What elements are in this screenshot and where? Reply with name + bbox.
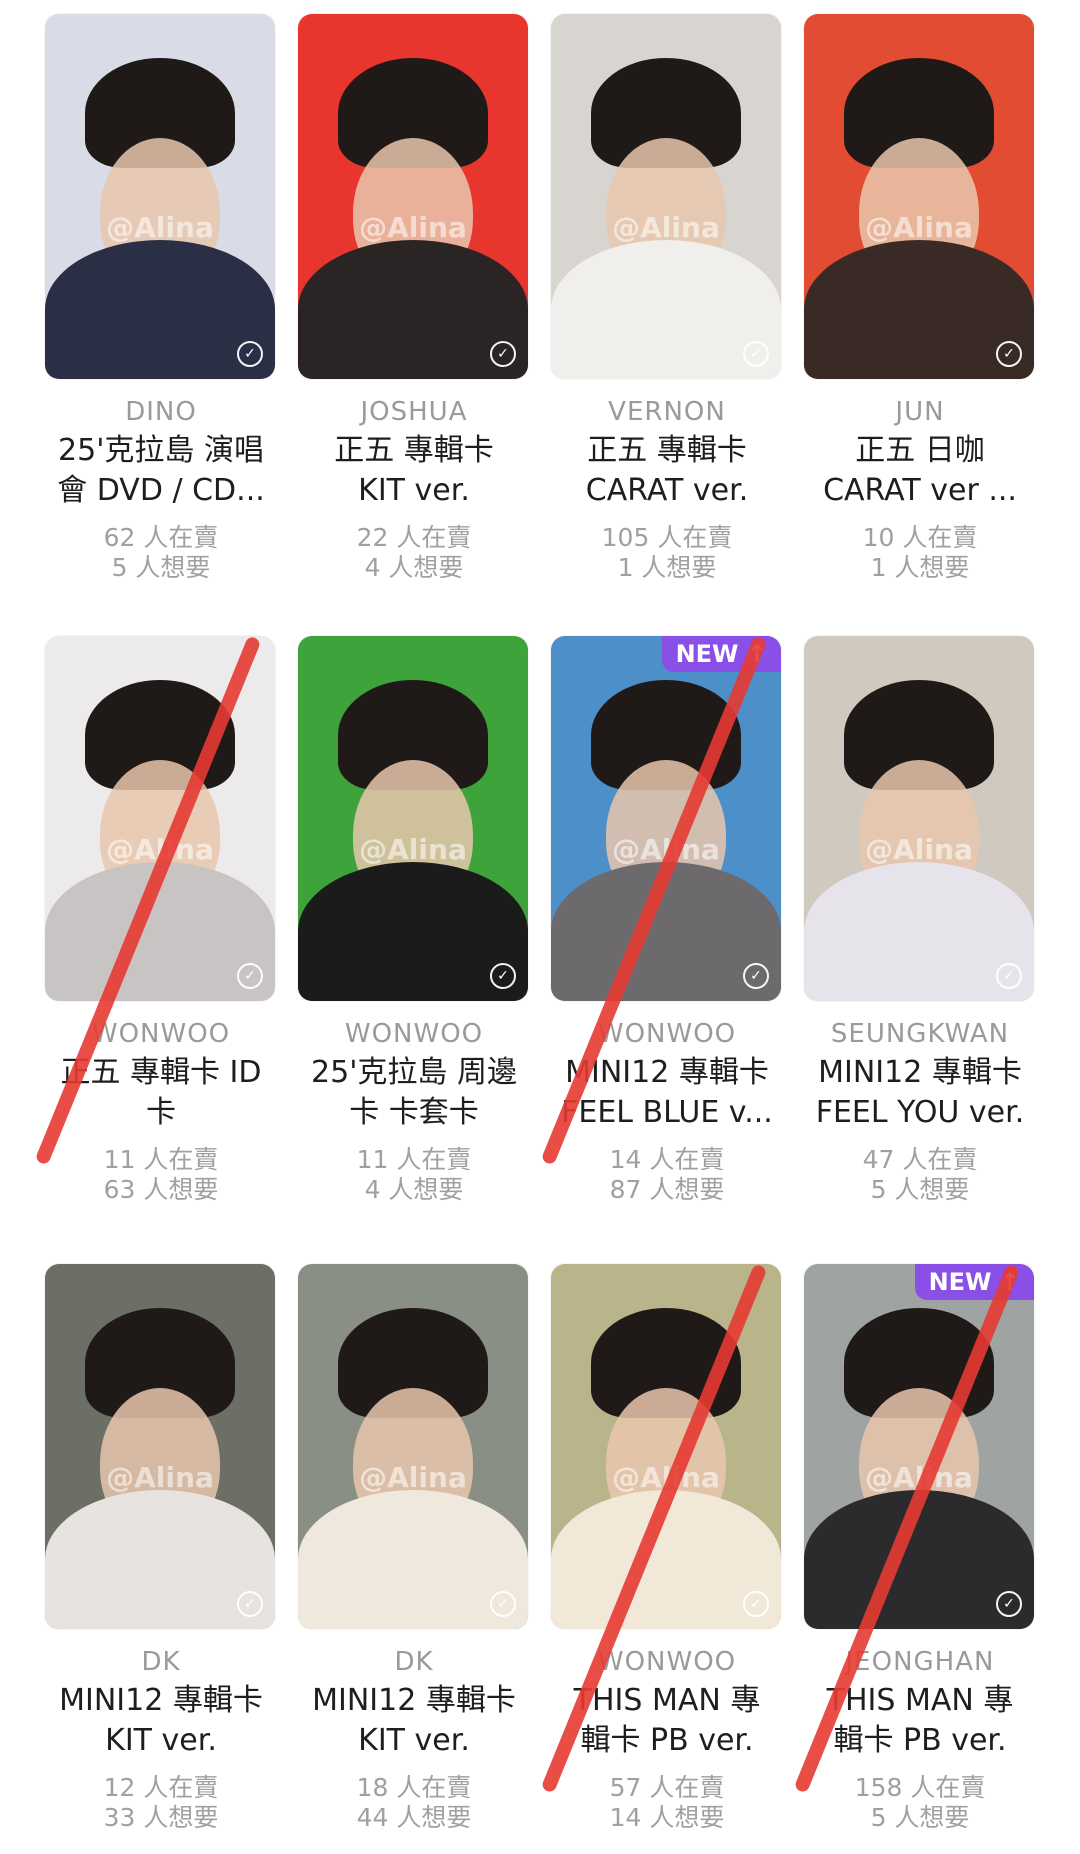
photocard-item[interactable]: @Alina ✓ WONWOO 25'克拉島 周邊 卡 卡套卡 11 人在賣 4 人想要 — [298, 636, 530, 1205]
photocard-image[interactable]: @Alina ✓ — [45, 14, 275, 379]
card-title[interactable]: 正五 日咖 CARAT ver ... — [804, 431, 1036, 511]
photocard-image[interactable]: @Alina ✓ — [298, 636, 528, 1001]
wanting-count: 33 人想要 — [103, 1803, 219, 1832]
wanting-count: 14 人想要 — [609, 1803, 725, 1832]
card-title[interactable]: 25'克拉島 演唱 會 DVD / CD... — [45, 431, 277, 511]
selling-count: 11 人在賣 — [103, 1145, 219, 1174]
member-name: SEUNGKWAN — [830, 1019, 1010, 1049]
wanting-count: 87 人想要 — [609, 1175, 725, 1204]
photocard-image[interactable]: @Alina ✓ — [804, 636, 1034, 1001]
wanting-count: 5 人想要 — [111, 553, 211, 582]
selling-count: 22 人在賣 — [356, 523, 472, 552]
selling-count: 57 人在賣 — [609, 1773, 725, 1802]
check-circle-icon[interactable]: ✓ — [237, 341, 263, 367]
photocard-image[interactable]: @Alina ✓ — [45, 1264, 275, 1629]
selling-count: 105 人在賣 — [601, 523, 733, 552]
member-name: DK — [141, 1647, 181, 1677]
member-name: WONWOO — [597, 1647, 737, 1677]
watermark-text: @Alina — [612, 211, 720, 245]
photocard-item[interactable]: @Alina✓NEW ↑WONWOOMINI12 專輯卡 FEEL BLUE v… — [551, 636, 783, 1205]
check-circle-icon[interactable]: ✓ — [490, 1591, 516, 1617]
photocard-item[interactable]: @Alina ✓ DK MINI12 專輯卡 KIT ver. 18 人在賣 44 人想要 — [298, 1264, 530, 1833]
photocard-item[interactable]: @Alina✓NEW ↑JEONGHANTHIS MAN 專 輯卡 PB ver… — [804, 1264, 1036, 1833]
wanting-count: 5 人想要 — [870, 1803, 970, 1832]
check-circle-icon[interactable]: ✓ — [237, 963, 263, 989]
card-title[interactable]: MINI12 專輯卡 FEEL YOU ver. — [804, 1053, 1036, 1133]
wanting-count: 5 人想要 — [870, 1175, 970, 1204]
watermark-text: @Alina — [359, 211, 467, 245]
watermark-text: @Alina — [359, 833, 467, 867]
watermark-text: @Alina — [106, 1461, 214, 1495]
watermark-text: @Alina — [865, 833, 973, 867]
card-title[interactable]: MINI12 專輯卡 KIT ver. — [45, 1681, 277, 1761]
photocard-item[interactable]: @Alina✓WONWOOTHIS MAN 專 輯卡 PB ver.57 人在賣… — [551, 1264, 783, 1833]
card-title[interactable]: MINI12 專輯卡 KIT ver. — [298, 1681, 530, 1761]
card-title[interactable]: 正五 專輯卡 KIT ver. — [298, 431, 530, 511]
selling-count: 47 人在賣 — [862, 1145, 978, 1174]
selling-count: 12 人在賣 — [103, 1773, 219, 1802]
watermark-text: @Alina — [106, 211, 214, 245]
card-title[interactable]: 正五 專輯卡 CARAT ver. — [551, 431, 783, 511]
wanting-count: 4 人想要 — [364, 1175, 464, 1204]
check-circle-icon[interactable]: ✓ — [743, 963, 769, 989]
member-name: VERNON — [608, 397, 726, 427]
photocard-image[interactable]: @Alina ✓ — [804, 14, 1034, 379]
selling-count: 18 人在賣 — [356, 1773, 472, 1802]
photocard-image[interactable]: @Alina ✓ — [551, 14, 781, 379]
check-circle-icon[interactable]: ✓ — [743, 1591, 769, 1617]
wanting-count: 4 人想要 — [364, 553, 464, 582]
wanting-count: 1 人想要 — [870, 553, 970, 582]
selling-count: 62 人在賣 — [103, 523, 219, 552]
photocard-item[interactable]: @Alina ✓ SEUNGKWAN MINI12 專輯卡 FEEL YOU ver.… — [804, 636, 1036, 1205]
photocard-image[interactable]: @Alina ✓ — [298, 14, 528, 379]
member-name: DINO — [125, 397, 197, 427]
check-circle-icon[interactable]: ✓ — [490, 963, 516, 989]
photocard-image[interactable]: @Alina ✓ — [298, 1264, 528, 1629]
check-circle-icon[interactable]: ✓ — [490, 341, 516, 367]
photocard-item[interactable]: @Alina ✓ JUN 正五 日咖 CARAT ver ... 10 人在賣 1 人想要 — [804, 14, 1036, 583]
member-name: JOSHUA — [360, 397, 468, 427]
selling-count: 14 人在賣 — [609, 1145, 725, 1174]
check-circle-icon[interactable]: ✓ — [996, 341, 1022, 367]
selling-count: 10 人在賣 — [862, 523, 978, 552]
wanting-count: 44 人想要 — [356, 1803, 472, 1832]
check-circle-icon[interactable]: ✓ — [996, 963, 1022, 989]
member-name: JEONGHAN — [845, 1647, 995, 1677]
wanting-count: 63 人想要 — [103, 1175, 219, 1204]
check-circle-icon[interactable]: ✓ — [237, 1591, 263, 1617]
photocard-item[interactable]: @Alina ✓ JOSHUA 正五 專輯卡 KIT ver. 22 人在賣 4 人想要 — [298, 14, 530, 583]
selling-count: 158 人在賣 — [854, 1773, 986, 1802]
member-name: WONWOO — [597, 1019, 737, 1049]
member-name: JUN — [895, 397, 945, 427]
card-title[interactable]: 25'克拉島 周邊 卡 卡套卡 — [298, 1053, 530, 1133]
selling-count: 11 人在賣 — [356, 1145, 472, 1174]
watermark-text: @Alina — [865, 211, 973, 245]
photocard-item[interactable]: @Alina ✓ DINO 25'克拉島 演唱 會 DVD / CD... 62 人在賣… — [45, 14, 277, 583]
photocard-item[interactable]: @Alina✓WONWOO正五 專輯卡 ID 卡11 人在賣63 人想要 — [45, 636, 277, 1205]
member-name: DK — [394, 1647, 434, 1677]
photocard-item[interactable]: @Alina ✓ DK MINI12 專輯卡 KIT ver. 12 人在賣 33 人想要 — [45, 1264, 277, 1833]
check-circle-icon[interactable]: ✓ — [996, 1591, 1022, 1617]
photocard-grid: @Alina ✓ DINO 25'克拉島 演唱 會 DVD / CD... 62 人在賣… — [0, 0, 1080, 1854]
photocard-item[interactable]: @Alina ✓ VERNON 正五 專輯卡 CARAT ver. 105 人在賣 1 人… — [551, 14, 783, 583]
check-circle-icon[interactable]: ✓ — [743, 341, 769, 367]
wanting-count: 1 人想要 — [617, 553, 717, 582]
member-name: WONWOO — [344, 1019, 484, 1049]
watermark-text: @Alina — [359, 1461, 467, 1495]
member-name: WONWOO — [91, 1019, 231, 1049]
